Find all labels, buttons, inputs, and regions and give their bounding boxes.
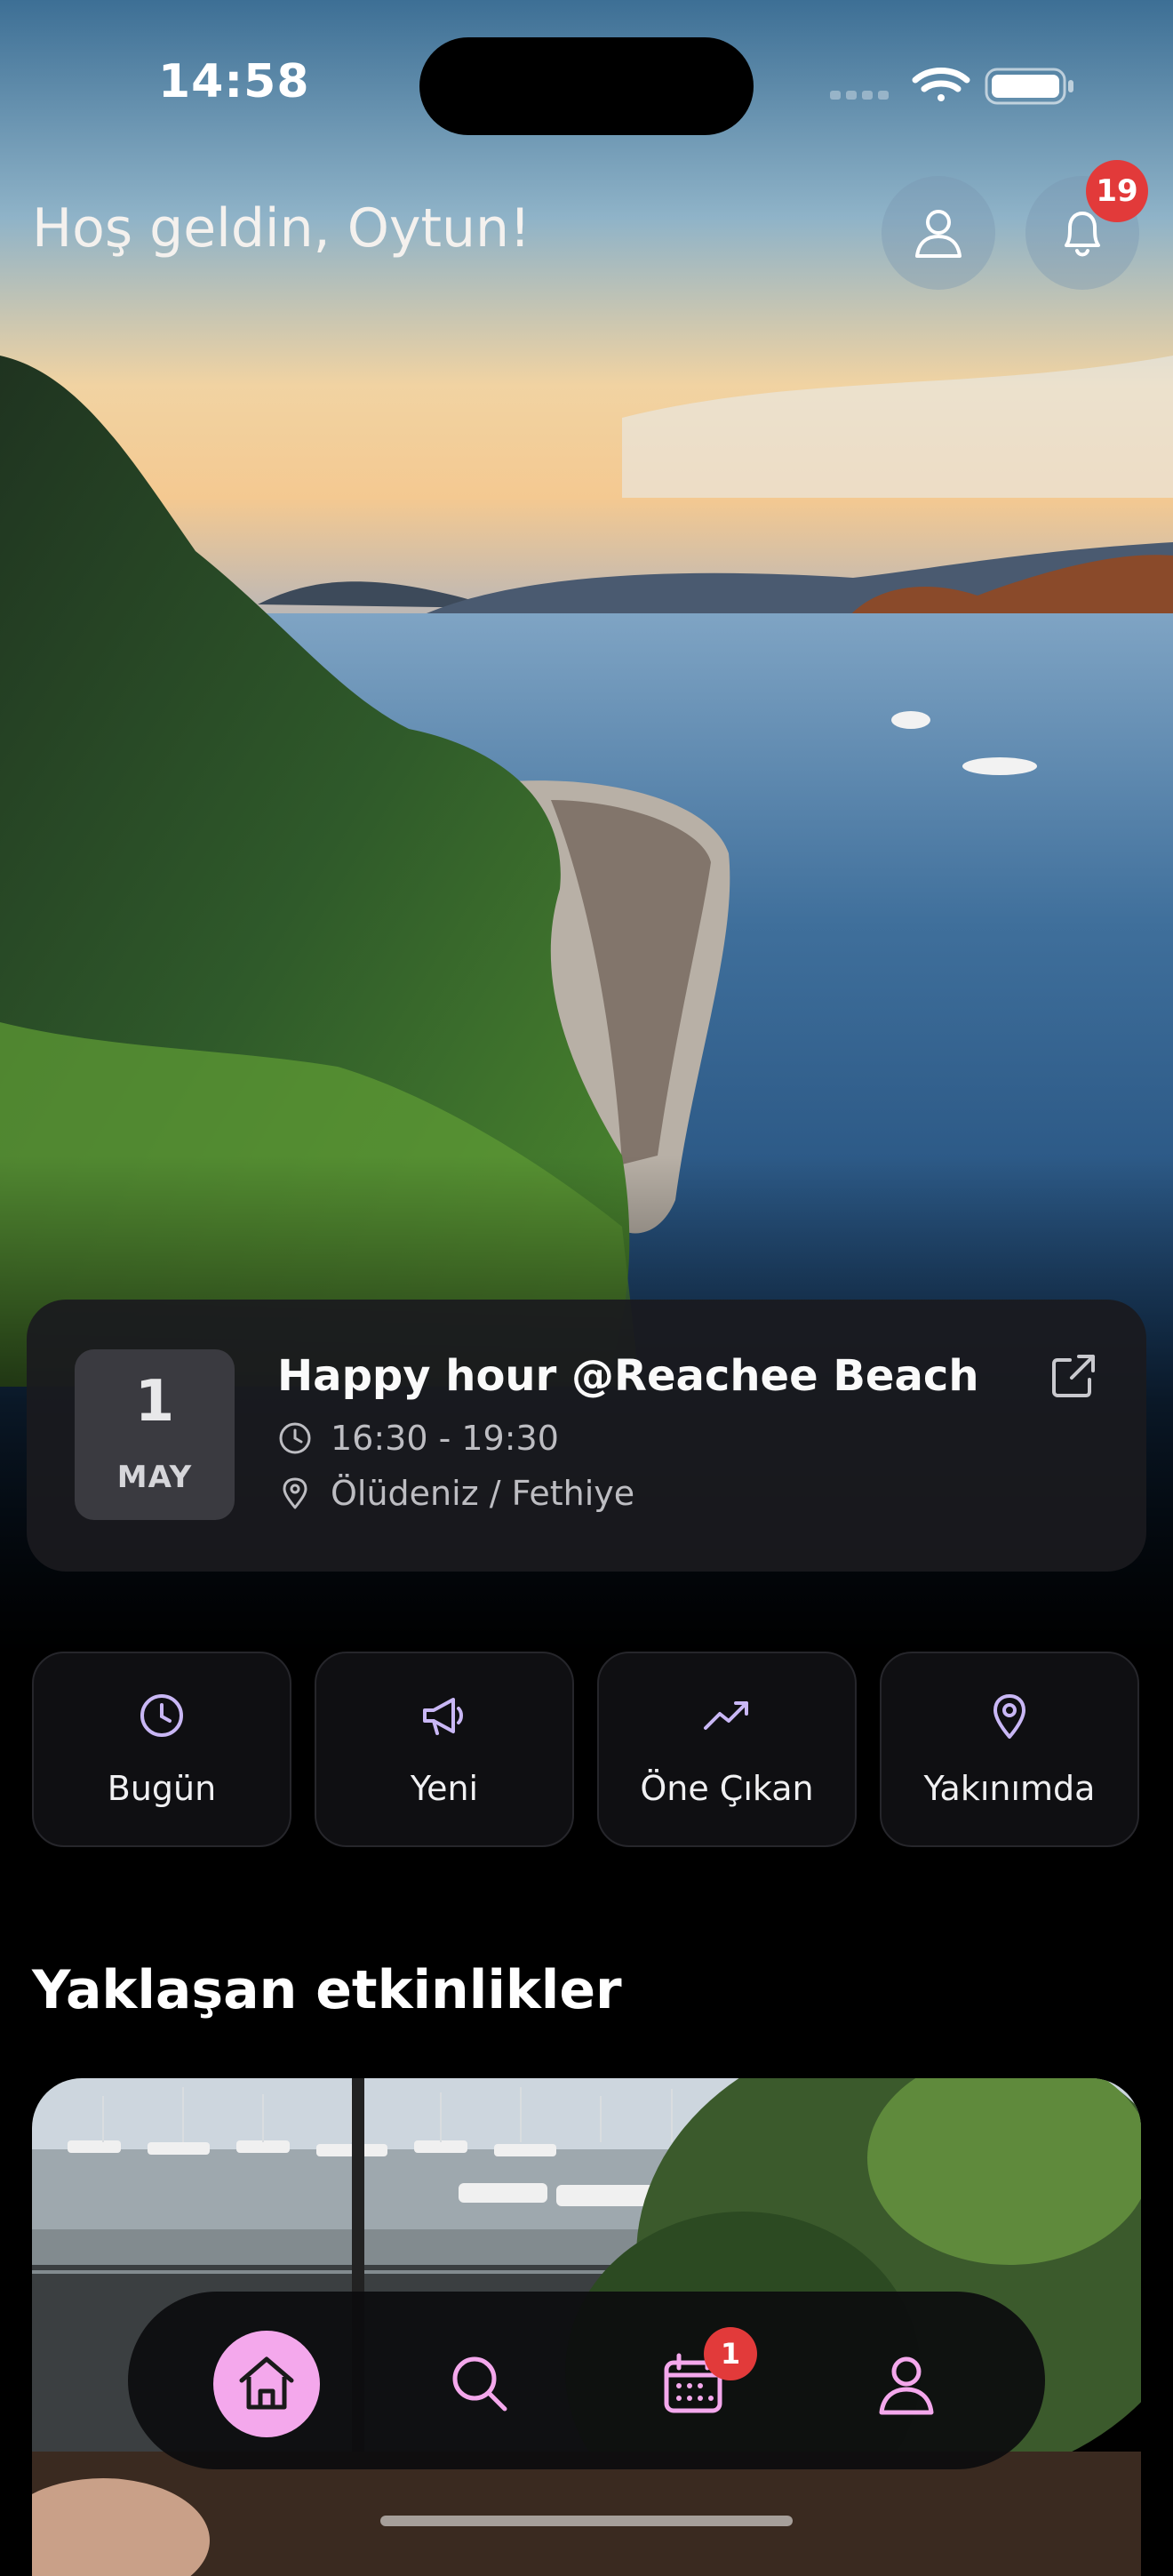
- notification-badge: 19: [1086, 160, 1148, 222]
- megaphone-icon: [423, 1698, 463, 1735]
- filter-featured[interactable]: Öne Çıkan: [597, 1652, 857, 1847]
- battery-icon: [985, 68, 1073, 105]
- user-icon: [915, 210, 962, 258]
- calendar-badge: 1: [704, 2327, 757, 2380]
- user-icon: [879, 2356, 934, 2415]
- upcoming-events-title: Yaklaşan etkinlikler: [32, 1959, 622, 2021]
- dynamic-island: [419, 37, 754, 135]
- wifi-icon: [912, 68, 970, 101]
- home-indicator: [380, 2516, 793, 2526]
- clock-icon: [140, 1694, 183, 1737]
- event-time-row: 16:30 - 19:30: [277, 1419, 559, 1458]
- event-location: Ölüdeniz / Fethiye: [331, 1474, 635, 1513]
- nav-home[interactable]: [213, 2331, 320, 2437]
- filter-new[interactable]: Yeni: [315, 1652, 574, 1847]
- map-pin-icon: [283, 1477, 307, 1509]
- signal-icon: [830, 91, 889, 100]
- bottom-navigation: 1: [128, 2292, 1045, 2469]
- filter-new-label: Yeni: [410, 1769, 479, 1808]
- event-day: 1: [134, 1369, 175, 1435]
- status-time: 14:58: [158, 55, 310, 108]
- nav-profile[interactable]: [853, 2331, 960, 2437]
- filter-nearby-label: Yakınımda: [923, 1769, 1096, 1808]
- filter-today-label: Bugün: [107, 1769, 217, 1808]
- profile-button[interactable]: [882, 176, 995, 290]
- clock-icon: [279, 1422, 311, 1454]
- map-pin-icon: [993, 1694, 1025, 1739]
- greeting-text: Hoş geldin, Oytun!: [32, 197, 531, 260]
- home-icon: [239, 2356, 294, 2410]
- event-title: Happy hour @Reachee Beach: [277, 1351, 979, 1401]
- search-icon: [452, 2356, 507, 2412]
- nav-search[interactable]: [427, 2331, 533, 2437]
- event-time: 16:30 - 19:30: [331, 1419, 559, 1458]
- filter-featured-label: Öne Çıkan: [640, 1769, 814, 1808]
- featured-event-card[interactable]: 1 MAY Happy hour @Reachee Beach 16:30 - …: [27, 1300, 1146, 1572]
- event-location-row: Ölüdeniz / Fethiye: [277, 1474, 634, 1513]
- filter-today[interactable]: Bugün: [32, 1652, 291, 1847]
- status-icons: [830, 68, 1073, 105]
- trending-up-icon: [704, 1701, 748, 1730]
- filter-nearby[interactable]: Yakınımda: [880, 1652, 1139, 1847]
- event-date-box: 1 MAY: [75, 1349, 235, 1520]
- external-link-icon[interactable]: [1047, 1349, 1100, 1403]
- event-month: MAY: [116, 1460, 193, 1495]
